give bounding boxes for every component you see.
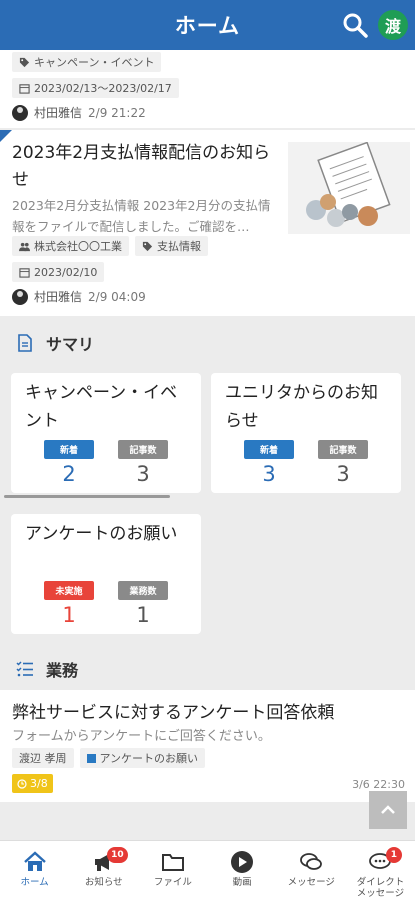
summary-section-header: サマリ: [0, 318, 415, 368]
folder-icon: [161, 854, 184, 871]
nav-notices[interactable]: 10 お知らせ: [69, 841, 138, 900]
new-badge: 新着: [44, 440, 94, 459]
unread-marker: [0, 130, 12, 142]
company-tag-label: 株式会社〇〇工業: [34, 240, 122, 253]
checklist-icon: [16, 661, 33, 677]
nav-files[interactable]: ファイル: [138, 841, 207, 900]
article-card-campaign[interactable]: キャンペーン・イベント 2023/02/13〜2023/02/17 村田雅信 2…: [0, 50, 415, 128]
notification-badge: 10: [107, 847, 128, 863]
user-avatar[interactable]: 渡: [378, 10, 408, 40]
nav-label: お知らせ: [84, 877, 123, 888]
person-icon: [12, 288, 28, 305]
summary-card-title: アンケートのお願い: [25, 524, 178, 544]
tag-icon: [142, 241, 153, 251]
task-count-badge: 業務数: [118, 581, 168, 600]
task-count: 1: [136, 603, 150, 627]
count-badge: 記事数: [118, 440, 168, 459]
article-title: 2023年2月支払情報配信のお知らせ: [12, 143, 271, 190]
nav-direct-messages[interactable]: 1 ダイレクト メッセージ: [346, 841, 415, 900]
summary-card-title: キャンペーン・イベント: [25, 383, 178, 431]
business-time: 3/6 22:30: [352, 778, 405, 791]
nav-messages[interactable]: メッセージ: [277, 841, 346, 900]
summary-card-unirita[interactable]: ユニリタからのお知らせ 新着 記事数 3 3: [211, 373, 401, 493]
category-tag: アンケートのお願い: [79, 748, 206, 768]
category-tag-label: キャンペーン・イベント: [34, 56, 155, 69]
company-tag: 株式会社〇〇工業: [12, 236, 129, 256]
business-description: フォームからアンケートにご回答ください。: [12, 729, 271, 744]
section-title: サマリ: [46, 335, 95, 354]
nav-label: ホーム: [20, 877, 49, 888]
nav-label: メッセージ: [287, 877, 335, 888]
search-icon[interactable]: [341, 11, 369, 39]
section-title: 業務: [46, 661, 79, 680]
play-icon: [231, 851, 254, 873]
notification-badge: 1: [385, 847, 402, 863]
deadline-badge: 3/8: [12, 774, 53, 793]
deadline-date: 3/8: [30, 777, 48, 790]
tag-icon: [19, 57, 30, 67]
nav-label: ダイレクト メッセージ: [356, 877, 405, 899]
category-tag-label: アンケートのお願い: [99, 752, 199, 765]
group-icon: [19, 242, 30, 251]
business-section-header: 業務: [0, 644, 415, 694]
nav-video[interactable]: 動画: [208, 841, 277, 900]
summary-card-survey[interactable]: アンケートのお願い 未実施 業務数 1 1: [11, 514, 201, 634]
article-description: 2023年2月分支払情報 2023年2月分の支払情報をファイルで配信しました。ご…: [12, 198, 271, 234]
date-tag: 2023/02/13〜2023/02/17: [12, 78, 179, 98]
category-tag: キャンペーン・イベント: [12, 52, 162, 72]
person-icon: [12, 104, 28, 121]
payment-document-illustration: [306, 141, 391, 227]
category-tag-label: 支払情報: [157, 240, 201, 253]
business-card[interactable]: 弊社サービスに対するアンケート回答依頼 フォームからアンケートにご回答ください。…: [0, 690, 415, 802]
person-tag: 渡辺 孝周: [12, 748, 74, 768]
category-color-square: [86, 753, 96, 763]
bottom-navigation: ホーム 10 お知らせ ファイル 動画 メッセージ 1 ダイレクト メッセージ: [0, 840, 415, 900]
article-meta: 村田雅信 2/9 04:09: [12, 288, 146, 305]
nav-label: 動画: [232, 877, 252, 888]
article-date: 2023/02/10: [34, 265, 98, 279]
nav-label: ファイル: [153, 877, 192, 888]
horizontal-scrollbar[interactable]: [4, 495, 170, 498]
app-header: ホーム 渡: [0, 0, 415, 50]
author-name: 村田雅信: [34, 290, 83, 304]
clock-icon: [17, 778, 27, 789]
summary-card-campaign[interactable]: キャンペーン・イベント 新着 記事数 2 3: [11, 373, 201, 493]
page-title: ホーム: [174, 14, 241, 38]
post-time: 2/9 21:22: [88, 105, 146, 120]
date-range: 2023/02/13〜2023/02/17: [34, 82, 172, 95]
author-name: 村田雅信: [34, 106, 83, 120]
summary-card-title: ユニリタからのお知らせ: [225, 383, 378, 431]
article-meta: 村田雅信 2/9 21:22: [12, 104, 146, 121]
calendar-icon: [19, 83, 30, 94]
calendar-icon: [19, 267, 30, 278]
scroll-to-top-button[interactable]: [369, 791, 407, 829]
avatar-initial: 渡: [384, 17, 401, 36]
article-count: 3: [336, 462, 350, 486]
new-count: 3: [262, 462, 276, 486]
nav-home[interactable]: ホーム: [0, 841, 69, 900]
article-thumbnail: [288, 141, 410, 234]
home-icon: [23, 851, 46, 871]
new-count: 2: [62, 462, 76, 486]
date-tag: 2023/02/10: [12, 262, 105, 282]
article-count: 3: [136, 462, 150, 486]
not-done-badge: 未実施: [44, 581, 94, 600]
chevron-up-icon: [381, 805, 395, 814]
category-tag: 支払情報: [135, 236, 208, 256]
new-badge: 新着: [244, 440, 294, 459]
post-time: 2/9 04:09: [88, 289, 146, 304]
count-badge: 記事数: [318, 440, 368, 459]
chat-icon: [300, 853, 323, 870]
not-done-count: 1: [62, 603, 76, 627]
business-title: 弊社サービスに対するアンケート回答依頼: [12, 703, 335, 723]
document-icon: [18, 334, 32, 352]
article-card-payment[interactable]: 2023年2月支払情報配信のお知らせ 2023年2月分支払情報 2023年2月分…: [0, 130, 415, 316]
